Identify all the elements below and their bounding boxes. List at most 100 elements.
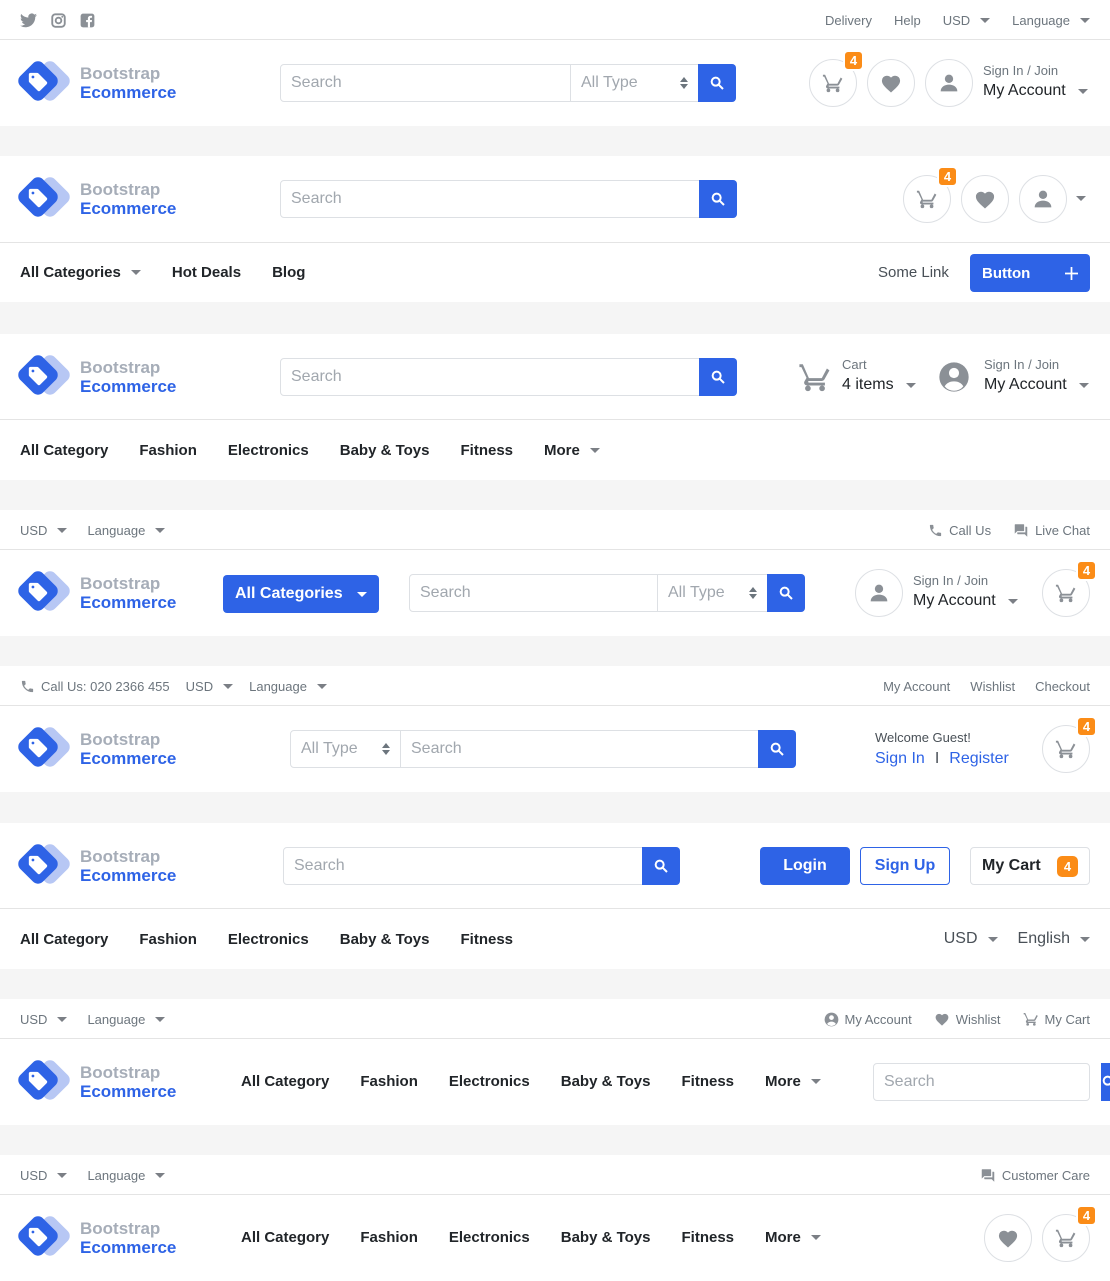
nav-fitness[interactable]: Fitness	[461, 442, 514, 459]
search-input[interactable]	[281, 65, 570, 101]
my-cart-link[interactable]: My Cart	[1023, 1011, 1090, 1027]
signin-link[interactable]: Sign In	[875, 746, 925, 772]
account-avatar-button[interactable]	[1019, 175, 1067, 223]
language-dropdown[interactable]: Language	[87, 1012, 166, 1027]
cart-button[interactable]: 4	[903, 166, 958, 223]
search-input[interactable]	[281, 181, 699, 217]
wishlist-button[interactable]	[867, 59, 915, 107]
wishlist-link[interactable]: Wishlist	[934, 1012, 1001, 1027]
logo[interactable]: Bootstrap Ecommerce	[15, 352, 176, 400]
currency-dropdown[interactable]: USD	[943, 13, 991, 28]
nav-fashion[interactable]: Fashion	[139, 442, 197, 459]
nav-more[interactable]: More	[765, 1229, 821, 1246]
currency-dropdown[interactable]: USD	[20, 523, 68, 538]
register-link[interactable]: Register	[949, 746, 1009, 772]
account-avatar-button[interactable]	[855, 569, 903, 617]
nav-baby-toys[interactable]: Baby & Toys	[340, 442, 430, 459]
search-input[interactable]	[281, 359, 699, 395]
language-dropdown[interactable]: Language	[87, 523, 166, 538]
my-account-link[interactable]: My Account	[824, 1012, 912, 1027]
nav-all-category[interactable]: All Category	[241, 1229, 329, 1246]
twitter-icon[interactable]	[20, 13, 37, 28]
nav-all-category[interactable]: All Category	[241, 1073, 329, 1090]
nav-electronics[interactable]: Electronics	[228, 442, 309, 459]
search-button[interactable]	[698, 64, 736, 102]
cart-button[interactable]: 4	[1042, 1205, 1097, 1262]
logo[interactable]: Bootstrap Ecommerce	[15, 174, 176, 222]
logo[interactable]: Bootstrap Ecommerce	[15, 724, 176, 772]
cart-summary[interactable]: Cart 4 items	[798, 356, 916, 397]
nav-fitness[interactable]: Fitness	[682, 1073, 735, 1090]
nav-fitness[interactable]: Fitness	[682, 1229, 735, 1246]
language-dropdown[interactable]: Language	[1012, 13, 1090, 28]
nav-all-category[interactable]: All Category	[20, 442, 108, 459]
call-us-link[interactable]: Call Us	[928, 523, 991, 538]
nav-baby-toys[interactable]: Baby & Toys	[340, 931, 430, 948]
signup-button[interactable]: Sign Up	[860, 847, 950, 885]
facebook-icon[interactable]	[80, 13, 95, 28]
account-avatar-button[interactable]	[925, 59, 973, 107]
search-button[interactable]	[699, 180, 737, 218]
customer-care-link[interactable]: Customer Care	[980, 1168, 1090, 1183]
account-menu[interactable]: Sign In / Join My Account	[938, 356, 1089, 397]
type-select[interactable]: All Type	[291, 731, 401, 767]
account-menu[interactable]: Sign In / Join My Account	[983, 62, 1088, 103]
account-chevron-down-icon[interactable]	[1076, 196, 1086, 201]
nav-fitness[interactable]: Fitness	[461, 931, 514, 948]
search-button[interactable]	[1101, 1063, 1110, 1101]
logo[interactable]: Bootstrap Ecommerce	[15, 1213, 176, 1261]
wishlist-link[interactable]: Wishlist	[970, 679, 1015, 694]
nav-hot-deals[interactable]: Hot Deals	[172, 264, 241, 281]
logo[interactable]: Bootstrap Ecommerce	[15, 568, 176, 616]
currency-dropdown[interactable]: USD	[20, 1012, 68, 1027]
type-select[interactable]: All Type	[570, 65, 698, 101]
wishlist-button[interactable]	[984, 1214, 1032, 1262]
nav-blog[interactable]: Blog	[272, 264, 305, 281]
nav-more[interactable]: More	[765, 1073, 821, 1090]
live-chat-link[interactable]: Live Chat	[1013, 523, 1090, 538]
search-input[interactable]	[284, 848, 642, 884]
nav-more[interactable]: More	[544, 442, 600, 459]
search-button[interactable]	[699, 358, 737, 396]
logo[interactable]: Bootstrap Ecommerce	[15, 841, 176, 889]
checkout-link[interactable]: Checkout	[1035, 679, 1090, 694]
nav-fashion[interactable]: Fashion	[360, 1073, 418, 1090]
some-link[interactable]: Some Link	[878, 264, 949, 281]
delivery-link[interactable]: Delivery	[825, 13, 872, 28]
help-link[interactable]: Help	[894, 13, 921, 28]
cart-button[interactable]: 4	[1042, 716, 1097, 773]
all-categories-button[interactable]: All Categories	[223, 575, 379, 613]
nav-fashion[interactable]: Fashion	[360, 1229, 418, 1246]
currency-dropdown[interactable]: USD	[944, 930, 998, 948]
my-cart-button[interactable]: My Cart 4	[970, 847, 1090, 885]
logo[interactable]: Bootstrap Ecommerce	[15, 58, 176, 106]
nav-electronics[interactable]: Electronics	[449, 1229, 530, 1246]
wishlist-button[interactable]	[961, 175, 1009, 223]
nav-electronics[interactable]: Electronics	[228, 931, 309, 948]
search-input[interactable]	[401, 731, 758, 767]
nav-all-categories[interactable]: All Categories	[20, 264, 141, 281]
account-menu[interactable]: Sign In / Join My Account	[913, 572, 1018, 613]
nav-baby-toys[interactable]: Baby & Toys	[561, 1229, 651, 1246]
language-dropdown[interactable]: Language	[249, 679, 327, 694]
primary-button[interactable]: Button	[970, 254, 1090, 292]
search-button[interactable]	[642, 847, 680, 885]
login-button[interactable]: Login	[760, 847, 850, 885]
my-account-link[interactable]: My Account	[883, 679, 950, 694]
currency-dropdown[interactable]: USD	[20, 1168, 68, 1183]
language-dropdown[interactable]: English	[1018, 930, 1090, 948]
nav-baby-toys[interactable]: Baby & Toys	[561, 1073, 651, 1090]
nav-fashion[interactable]: Fashion	[139, 931, 197, 948]
currency-dropdown[interactable]: USD	[186, 679, 234, 694]
cart-button[interactable]: 4	[1042, 560, 1097, 617]
instagram-icon[interactable]	[51, 12, 66, 28]
type-select[interactable]: All Type	[657, 575, 767, 611]
nav-electronics[interactable]: Electronics	[449, 1073, 530, 1090]
search-button[interactable]	[758, 730, 796, 768]
search-input[interactable]	[410, 575, 657, 611]
cart-button[interactable]: 4	[809, 50, 864, 107]
search-input[interactable]	[874, 1064, 1101, 1100]
language-dropdown[interactable]: Language	[87, 1168, 166, 1183]
nav-all-category[interactable]: All Category	[20, 931, 108, 948]
search-button[interactable]	[767, 574, 805, 612]
